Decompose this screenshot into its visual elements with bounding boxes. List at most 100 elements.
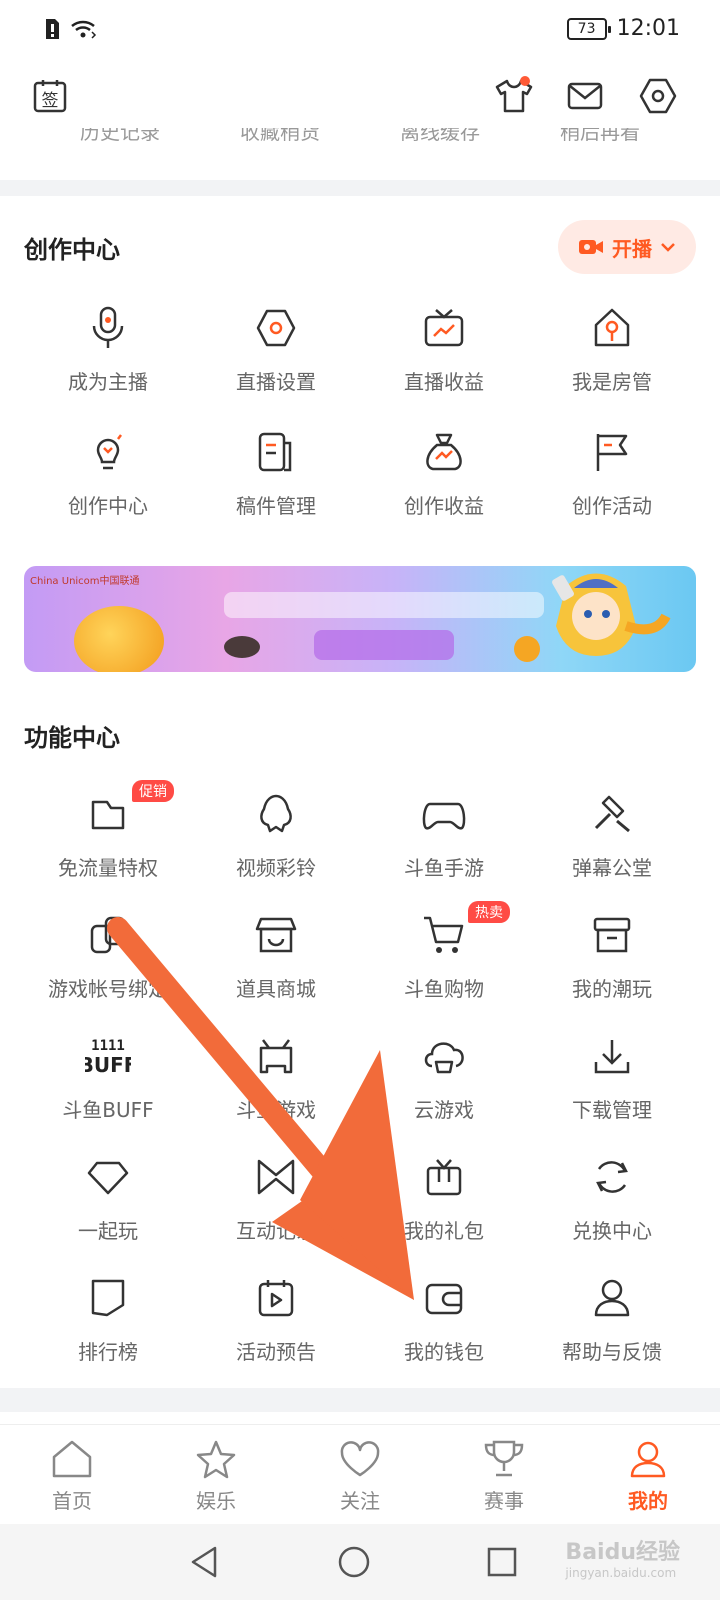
sim-alert-icon bbox=[44, 18, 60, 44]
download-icon bbox=[588, 1032, 636, 1080]
go-live-label: 开播 bbox=[612, 236, 652, 261]
grid-item-my-trendy-toys[interactable]: 我的潮玩 bbox=[528, 905, 696, 1026]
grid-item-play-together[interactable]: 一起玩 bbox=[24, 1147, 192, 1268]
grid-item-my-gift-pack[interactable]: 我的礼包 bbox=[360, 1147, 528, 1268]
banner-decoration bbox=[224, 636, 260, 658]
grid-item-mobile-games[interactable]: 斗鱼手游 bbox=[360, 784, 528, 905]
gift-icon bbox=[420, 1153, 468, 1201]
sign-in-button[interactable]: 签 bbox=[26, 72, 74, 120]
bottom-tab-bar: 首页 娱乐 关注 赛事 我的 bbox=[0, 1424, 720, 1524]
grid-item-room-admin[interactable]: 我是房管 bbox=[528, 298, 696, 422]
wifi-icon bbox=[70, 18, 98, 44]
grid-item-leaderboard[interactable]: 排行榜 bbox=[24, 1268, 192, 1389]
grid-item-live-earnings[interactable]: 直播收益 bbox=[360, 298, 528, 422]
bowtie-icon bbox=[252, 1153, 300, 1201]
grid-item-exchange-center[interactable]: 兑换中心 bbox=[528, 1147, 696, 1268]
banner-headline bbox=[224, 592, 544, 618]
go-live-button[interactable]: 开播 bbox=[558, 220, 696, 274]
sim-card-icon bbox=[84, 790, 132, 838]
grid-item-my-wallet[interactable]: 我的钱包 bbox=[360, 1268, 528, 1389]
video-camera-icon bbox=[579, 240, 603, 254]
messages-button[interactable] bbox=[561, 72, 609, 120]
grid-item-danmaku-court[interactable]: 弹幕公堂 bbox=[528, 784, 696, 905]
gavel-icon bbox=[588, 790, 636, 838]
calendar-play-icon bbox=[252, 1274, 300, 1322]
creation-grid: 成为主播 直播设置 直播收益 我是房管 创作中心 稿件管理 创作收益 创作活动 bbox=[24, 298, 696, 546]
console-icon bbox=[252, 1032, 300, 1080]
grid-item-manuscript-manage[interactable]: 稿件管理 bbox=[192, 422, 360, 546]
link-icon bbox=[84, 911, 132, 959]
star-icon bbox=[196, 1440, 236, 1479]
promo-banner[interactable]: China Unicom中国联通 bbox=[24, 566, 696, 672]
buff-icon: 1111 BUFF bbox=[84, 1032, 132, 1080]
grid-item-creation-activity[interactable]: 创作活动 bbox=[528, 422, 696, 546]
grid-item-label: 直播设置 bbox=[236, 370, 316, 394]
shop-icon bbox=[252, 911, 300, 959]
grid-item-douyu-shopping[interactable]: 热卖 斗鱼购物 bbox=[360, 901, 528, 1026]
back-button[interactable] bbox=[182, 1540, 226, 1584]
tab-label: 赛事 bbox=[484, 1489, 524, 1513]
grid-item-label: 游戏帐号绑定 bbox=[48, 977, 168, 1001]
grid-item-live-settings[interactable]: 直播设置 bbox=[192, 298, 360, 422]
gear-icon bbox=[639, 78, 677, 114]
diamond-icon bbox=[84, 1153, 132, 1201]
grid-item-label: 我的钱包 bbox=[404, 1340, 484, 1364]
tab-esports[interactable]: 赛事 bbox=[432, 1425, 576, 1524]
notification-dot bbox=[520, 76, 530, 86]
grid-item-label: 道具商城 bbox=[236, 977, 316, 1001]
grid-item-label: 成为主播 bbox=[68, 370, 148, 394]
grid-item-creation-earnings[interactable]: 创作收益 bbox=[360, 422, 528, 546]
grid-item-become-streamer[interactable]: 成为主播 bbox=[24, 298, 192, 422]
grid-item-interaction-records[interactable]: 互动记录 bbox=[192, 1147, 360, 1268]
shortcut-favorites[interactable]: 收藏稍货 bbox=[215, 128, 345, 145]
tab-following[interactable]: 关注 bbox=[288, 1425, 432, 1524]
shortcut-offline[interactable]: 离线缓存 bbox=[375, 128, 505, 145]
settings-button[interactable] bbox=[634, 72, 682, 120]
tab-mine[interactable]: 我的 bbox=[576, 1425, 720, 1524]
grid-item-event-preview[interactable]: 活动预告 bbox=[192, 1268, 360, 1389]
grid-item-label: 免流量特权 bbox=[58, 856, 158, 880]
grid-item-label: 斗鱼游戏 bbox=[236, 1098, 316, 1122]
grid-item-label: 创作活动 bbox=[572, 494, 652, 518]
svg-text:BUFF: BUFF bbox=[85, 1053, 131, 1076]
svg-text:1111: 1111 bbox=[91, 1038, 125, 1054]
recents-button[interactable] bbox=[480, 1540, 524, 1584]
tab-entertainment[interactable]: 娱乐 bbox=[144, 1425, 288, 1524]
grid-item-label: 视频彩铃 bbox=[236, 856, 316, 880]
grid-item-douyu-games[interactable]: 斗鱼游戏 bbox=[192, 1026, 360, 1147]
trophy-icon bbox=[484, 1440, 524, 1477]
baidu-watermark: Baidu经验 jingyan.baidu.com bbox=[565, 1534, 680, 1580]
microphone-icon bbox=[84, 304, 132, 352]
home-nav-button[interactable] bbox=[332, 1540, 376, 1584]
gamepad-icon bbox=[420, 790, 468, 838]
grid-item-label: 创作收益 bbox=[404, 494, 484, 518]
tab-home[interactable]: 首页 bbox=[0, 1425, 144, 1524]
bell-icon bbox=[252, 790, 300, 838]
money-bag-icon bbox=[420, 428, 468, 476]
top-bar: 签 bbox=[0, 72, 720, 128]
banner-fish-mascot bbox=[74, 606, 164, 672]
grid-item-creation-center[interactable]: 创作中心 bbox=[24, 422, 192, 546]
home-circle-icon bbox=[338, 1546, 370, 1578]
cutoff-shortcut-row: 历史记录 收藏稍货 离线缓存 稍后再看 bbox=[0, 128, 720, 154]
grid-item-prop-shop[interactable]: 道具商城 bbox=[192, 905, 360, 1026]
hexagon-settings-icon bbox=[252, 304, 300, 352]
grid-item-game-account-binding[interactable]: 游戏帐号绑定 bbox=[24, 905, 192, 1026]
grid-item-label: 我的潮玩 bbox=[572, 977, 652, 1001]
ranking-icon bbox=[84, 1274, 132, 1322]
grid-item-video-ringtone[interactable]: 视频彩铃 bbox=[192, 784, 360, 905]
outfit-button[interactable] bbox=[490, 72, 538, 120]
grid-item-label: 我的礼包 bbox=[404, 1219, 484, 1243]
grid-item-cloud-games[interactable]: 云游戏 bbox=[360, 1026, 528, 1147]
battery-indicator: 73 bbox=[566, 17, 611, 40]
wallet-icon bbox=[420, 1274, 468, 1322]
grid-item-download-manager[interactable]: 下载管理 bbox=[528, 1026, 696, 1147]
grid-item-douyu-buff[interactable]: 1111 BUFF 斗鱼BUFF bbox=[24, 1026, 192, 1147]
shortcut-watch-later[interactable]: 稍后再看 bbox=[535, 128, 665, 145]
shortcut-history[interactable]: 历史记录 bbox=[55, 128, 185, 145]
grid-item-help-feedback[interactable]: 帮助与反馈 bbox=[528, 1268, 696, 1389]
grid-item-free-data[interactable]: 促销 免流量特权 bbox=[24, 780, 192, 905]
cart-icon bbox=[420, 911, 468, 959]
cloud-game-icon bbox=[420, 1032, 468, 1080]
grid-item-label: 兑换中心 bbox=[572, 1219, 652, 1243]
